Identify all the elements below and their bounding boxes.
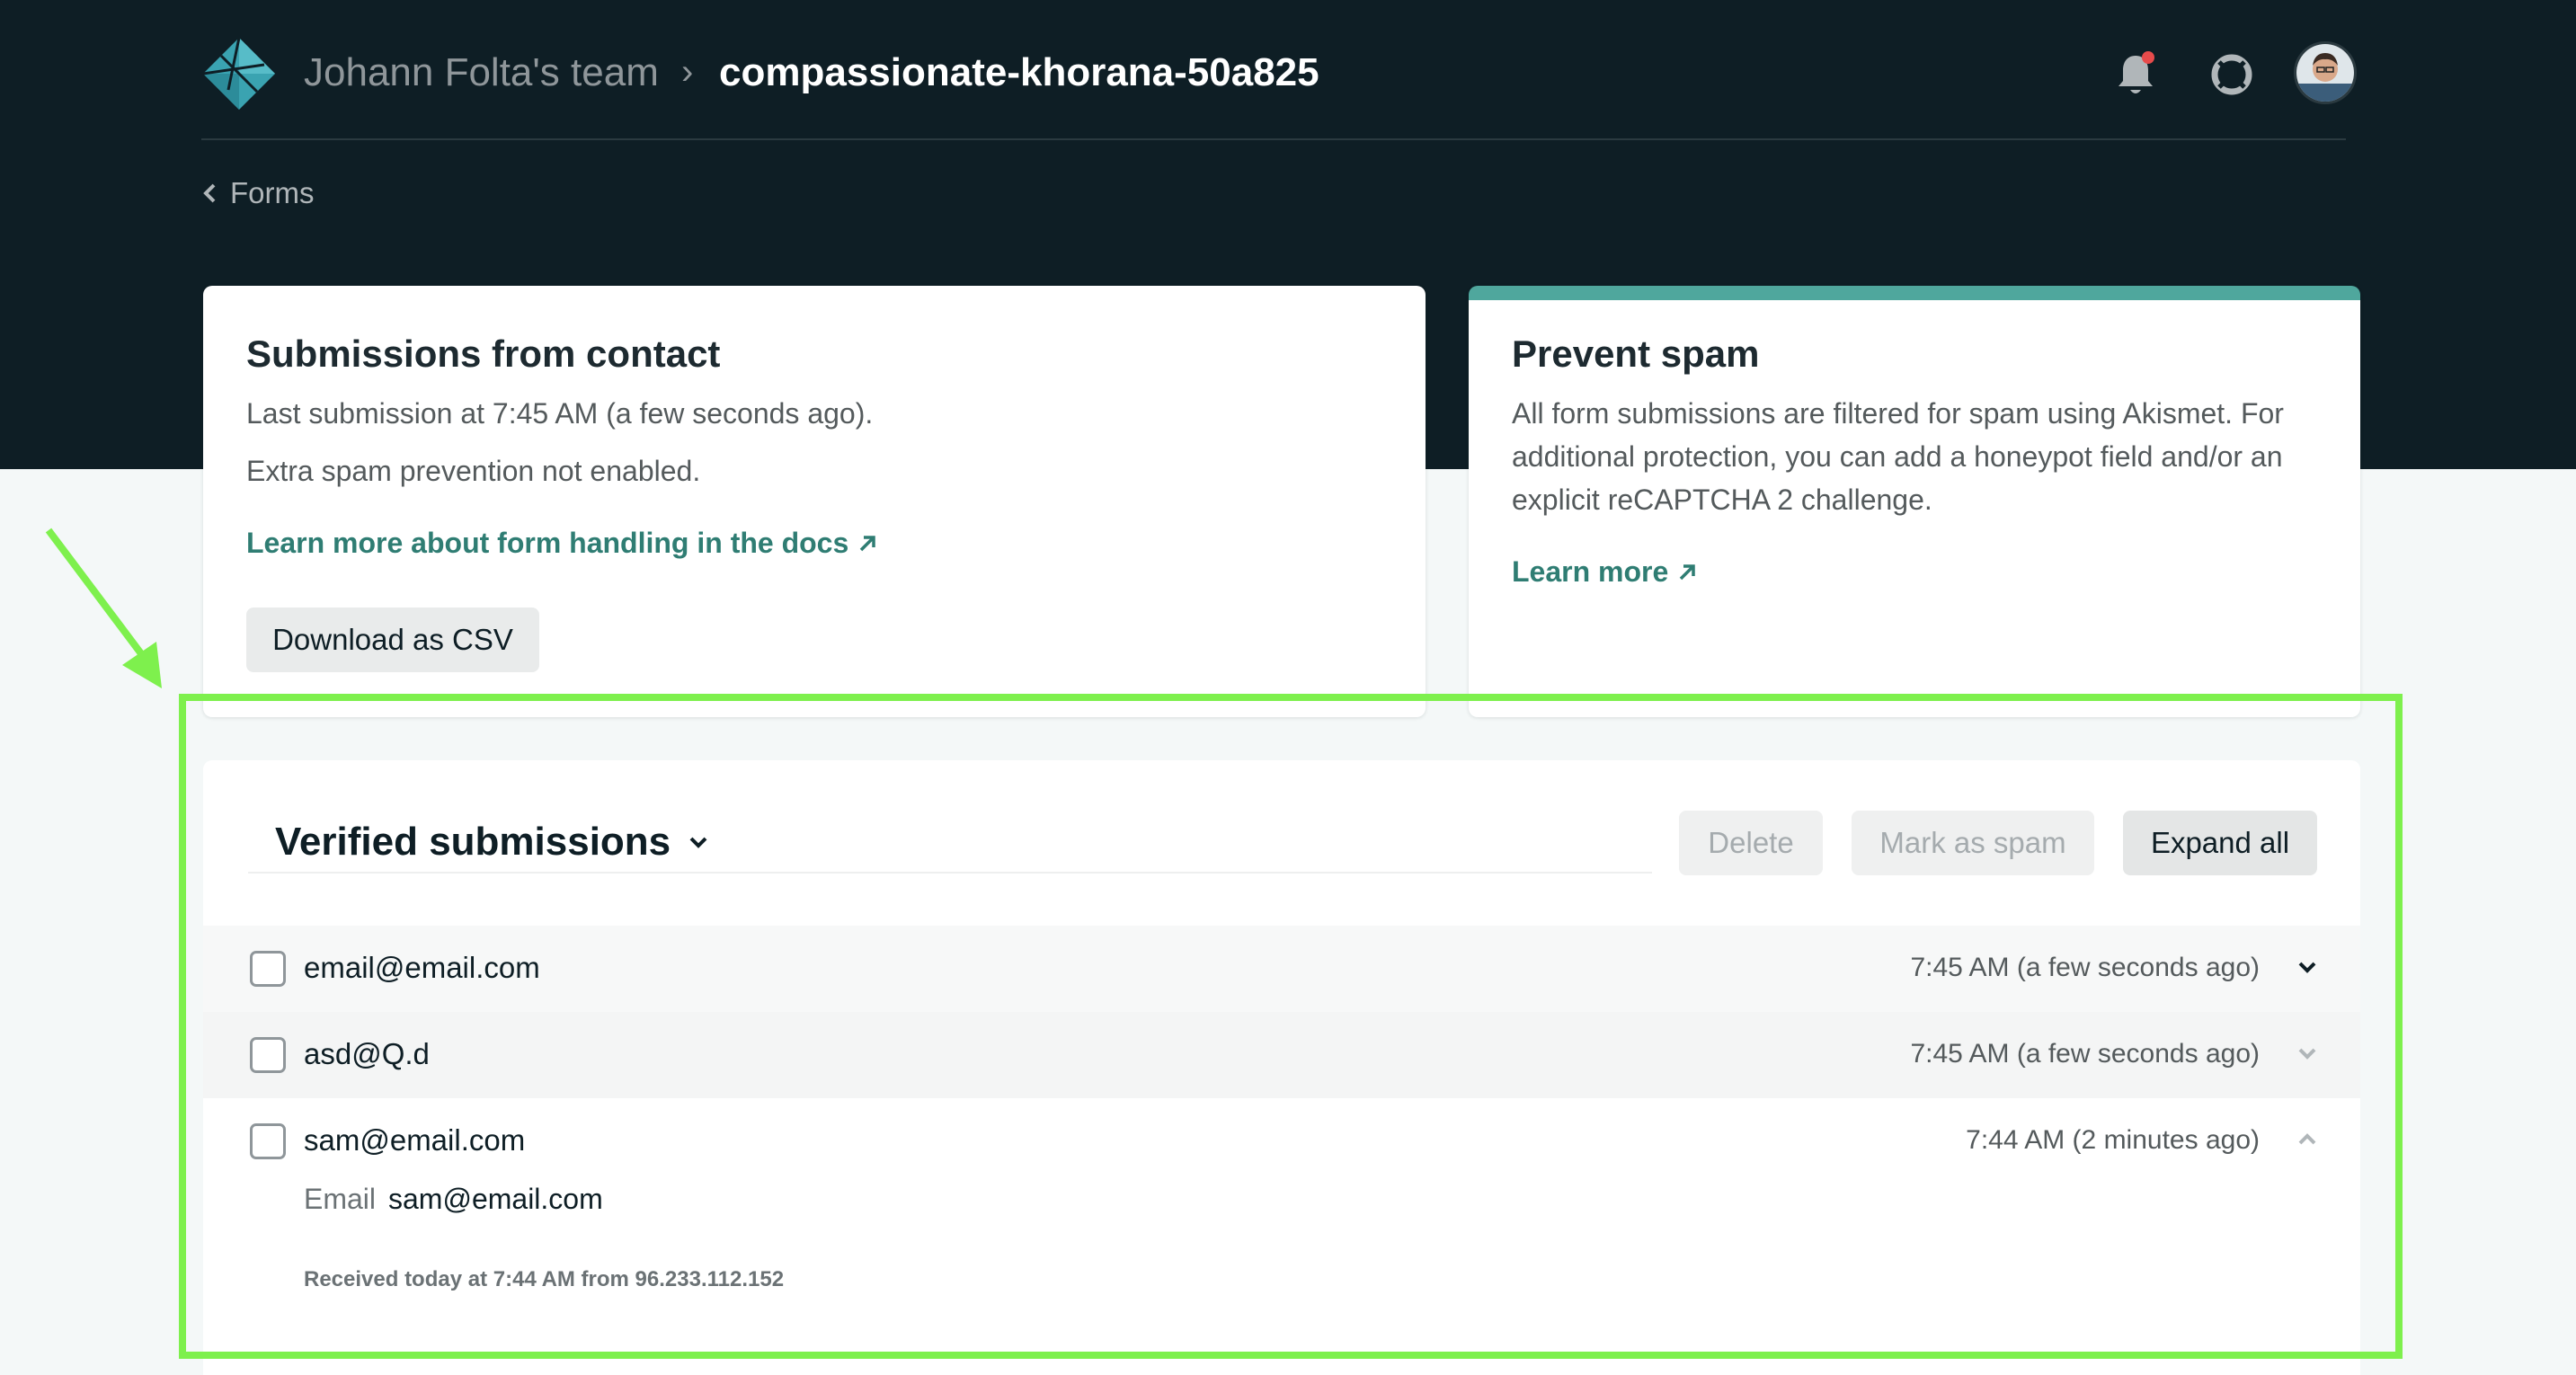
lifebuoy-help-icon[interactable] xyxy=(2211,54,2252,95)
spam-description-line: explicit reCAPTCHA 2 challenge. xyxy=(1512,483,1932,516)
spam-description-line: All form submissions are filtered for sp… xyxy=(1512,397,2284,430)
netlify-logo-icon[interactable] xyxy=(201,36,277,111)
highlight-box xyxy=(179,694,2403,1359)
back-link-label: Forms xyxy=(230,176,315,209)
header-divider xyxy=(201,138,2346,140)
docs-link-label: Learn more about form handling in the do… xyxy=(246,527,849,559)
learn-more-link[interactable]: Learn more xyxy=(1512,555,1697,589)
learn-more-label: Learn more xyxy=(1512,555,1669,588)
submissions-summary-card: Submissions from contact Last submission… xyxy=(203,286,1426,717)
bell-icon[interactable] xyxy=(2116,50,2159,97)
breadcrumb-separator-icon: › xyxy=(681,52,694,92)
card-title: Prevent spam xyxy=(1512,333,1760,375)
docs-link[interactable]: Learn more about form handling in the do… xyxy=(246,527,877,560)
team-breadcrumb-link[interactable]: Johann Folta's team xyxy=(304,50,659,95)
site-name[interactable]: compassionate-khorana-50a825 xyxy=(719,50,1319,95)
external-arrow-icon xyxy=(860,535,876,551)
notification-dot xyxy=(2142,51,2154,64)
chevron-left-icon xyxy=(203,183,216,203)
card-title: Submissions from contact xyxy=(246,333,721,375)
download-csv-button[interactable]: Download as CSV xyxy=(246,608,539,672)
spam-status-text: Extra spam prevention not enabled. xyxy=(246,455,701,487)
prevent-spam-card: Prevent spam All form submissions are fi… xyxy=(1469,286,2360,717)
back-to-forms-link[interactable]: Forms xyxy=(201,176,315,210)
user-avatar[interactable] xyxy=(2294,41,2357,104)
highlight-arrow-icon xyxy=(45,528,162,688)
external-arrow-icon xyxy=(1680,563,1696,580)
last-submission-text: Last submission at 7:45 AM (a few second… xyxy=(246,397,874,430)
spam-description-line: additional protection, you can add a hon… xyxy=(1512,440,2283,473)
